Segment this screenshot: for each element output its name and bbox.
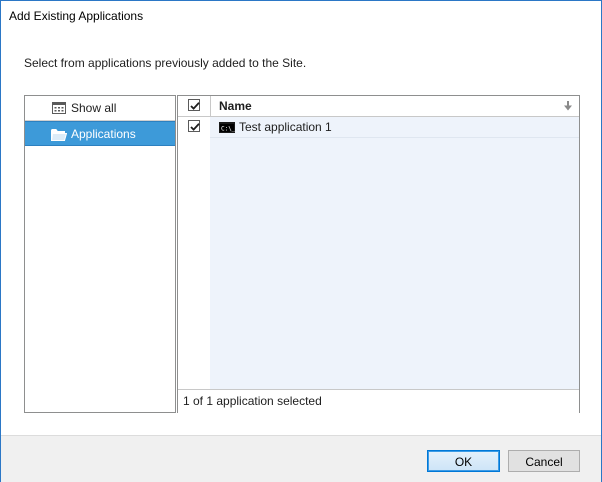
filter-item-label: Applications bbox=[71, 127, 136, 141]
add-existing-applications-dialog: Add Existing Applications Select from ap… bbox=[0, 0, 602, 482]
dialog-title: Add Existing Applications bbox=[9, 9, 144, 23]
filter-item-label: Show all bbox=[71, 101, 117, 115]
button-bar: OK Cancel bbox=[1, 435, 601, 482]
filter-list: Show all Applications bbox=[24, 95, 176, 413]
header-check-cell bbox=[178, 96, 211, 116]
name-column-header[interactable]: Name bbox=[219, 99, 252, 113]
row-checkbox[interactable] bbox=[188, 120, 200, 132]
filter-item-show-all[interactable]: Show all bbox=[25, 96, 175, 121]
grid-body: C:\_ Test application 1 bbox=[178, 117, 579, 389]
select-all-checkbox[interactable] bbox=[188, 99, 200, 111]
selection-status: 1 of 1 application selected bbox=[183, 394, 322, 408]
cancel-button[interactable]: Cancel bbox=[508, 450, 580, 472]
grid-header: Name bbox=[178, 96, 579, 117]
ok-button[interactable]: OK bbox=[427, 450, 500, 472]
application-name: Test application 1 bbox=[239, 120, 332, 134]
table-row[interactable]: C:\_ Test application 1 bbox=[178, 117, 579, 138]
grid-footer: 1 of 1 application selected bbox=[178, 389, 579, 413]
applications-grid: Name C:\_ Test application 1 1 of 1 appl… bbox=[177, 95, 580, 413]
checkmark-icon bbox=[190, 123, 200, 131]
filter-item-applications[interactable]: Applications bbox=[25, 121, 175, 146]
folder-icon bbox=[50, 128, 68, 144]
console-app-icon: C:\_ bbox=[219, 122, 236, 136]
checkbox-column bbox=[178, 117, 210, 389]
sort-arrow-icon[interactable] bbox=[564, 100, 572, 114]
instruction-text: Select from applications previously adde… bbox=[24, 56, 307, 70]
grid-list-icon bbox=[52, 102, 66, 117]
svg-text:C:\_: C:\_ bbox=[221, 126, 235, 133]
title-bar: Add Existing Applications bbox=[1, 1, 601, 31]
checkmark-icon bbox=[190, 102, 200, 110]
data-column-background bbox=[210, 117, 579, 389]
